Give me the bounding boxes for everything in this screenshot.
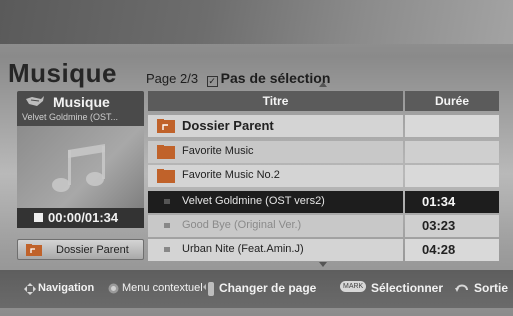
top-banner bbox=[0, 0, 513, 44]
music-note-icon bbox=[52, 144, 105, 192]
now-playing-panel: Musique Velvet Goldmine (OST... 00:00/01… bbox=[17, 91, 144, 262]
stop-icon[interactable] bbox=[34, 213, 43, 222]
page-title: Musique bbox=[8, 58, 117, 88]
scroll-up-icon[interactable] bbox=[319, 82, 327, 87]
playback-time: 00:00/01:34 bbox=[48, 210, 119, 225]
footer-change-page: Changer de page bbox=[219, 281, 317, 295]
footer-navigation: Navigation bbox=[38, 282, 95, 294]
folder-up-icon bbox=[157, 119, 175, 133]
list-item-duration: 01:34 bbox=[422, 194, 456, 209]
page-rocker-icon bbox=[203, 282, 214, 296]
list-item-parent[interactable]: Dossier Parent bbox=[148, 115, 499, 137]
list-item-title: Velvet Goldmine (OST vers2) bbox=[182, 195, 325, 207]
now-playing-label: Musique bbox=[53, 94, 110, 110]
ok-button-icon bbox=[108, 283, 119, 294]
music-file-icon bbox=[164, 223, 170, 228]
footer-context-menu: Menu contextuel bbox=[122, 282, 203, 294]
album-art bbox=[17, 126, 144, 208]
list-item-duration: 03:23 bbox=[422, 218, 456, 233]
list-item-title: Favorite Music bbox=[182, 145, 254, 157]
list-item-selected[interactable]: Velvet Goldmine (OST vers2) 01:34 bbox=[148, 191, 499, 213]
music-file-icon bbox=[164, 199, 170, 204]
checkbox-icon: ✓ bbox=[206, 76, 218, 87]
column-header-title: Titre bbox=[148, 91, 403, 111]
column-header-duration: Durée bbox=[405, 91, 499, 111]
list-item-track[interactable]: Urban Nite (Feat.Amin.J) 04:28 bbox=[148, 239, 499, 261]
list-item-title: Good Bye (Original Ver.) bbox=[182, 219, 302, 231]
now-playing-header: Musique Velvet Goldmine (OST... bbox=[17, 91, 144, 126]
music-category-icon bbox=[26, 96, 44, 106]
list-item-title: Urban Nite (Feat.Amin.J) bbox=[182, 243, 304, 255]
folder-icon bbox=[157, 145, 175, 159]
navigation-arrows-icon bbox=[24, 283, 36, 295]
list-item-title: Dossier Parent bbox=[182, 118, 274, 133]
music-file-icon bbox=[164, 247, 170, 252]
folder-icon bbox=[157, 169, 175, 183]
footer-select: Sélectionner bbox=[371, 281, 444, 295]
footer-exit: Sortie bbox=[474, 281, 509, 295]
list-item-duration: 04:28 bbox=[422, 242, 456, 257]
parent-folder-button[interactable]: Dossier Parent bbox=[17, 239, 144, 260]
footer-help-bar: Navigation Menu contextuel Changer de pa… bbox=[0, 270, 513, 308]
mark-key-icon: MARK bbox=[340, 281, 367, 292]
parent-folder-button-label: Dossier Parent bbox=[56, 244, 129, 256]
playback-time-bar: 00:00/01:34 bbox=[17, 208, 144, 228]
folder-up-icon bbox=[26, 244, 42, 256]
scroll-down-icon[interactable] bbox=[319, 262, 327, 267]
list-item-track[interactable]: Good Bye (Original Ver.) 03:23 bbox=[148, 215, 499, 237]
list-item-folder[interactable]: Favorite Music No.2 bbox=[148, 165, 499, 187]
page-number: Page 2/3 bbox=[146, 71, 199, 86]
now-playing-track: Velvet Goldmine (OST... bbox=[22, 112, 119, 122]
list-item-title: Favorite Music No.2 bbox=[182, 169, 280, 181]
back-icon bbox=[455, 284, 468, 292]
selection-status: Pas de sélection bbox=[220, 70, 331, 86]
list-item-folder[interactable]: Favorite Music bbox=[148, 141, 499, 163]
page-info: Page 2/3 ✓ Pas de sélection bbox=[146, 70, 331, 87]
